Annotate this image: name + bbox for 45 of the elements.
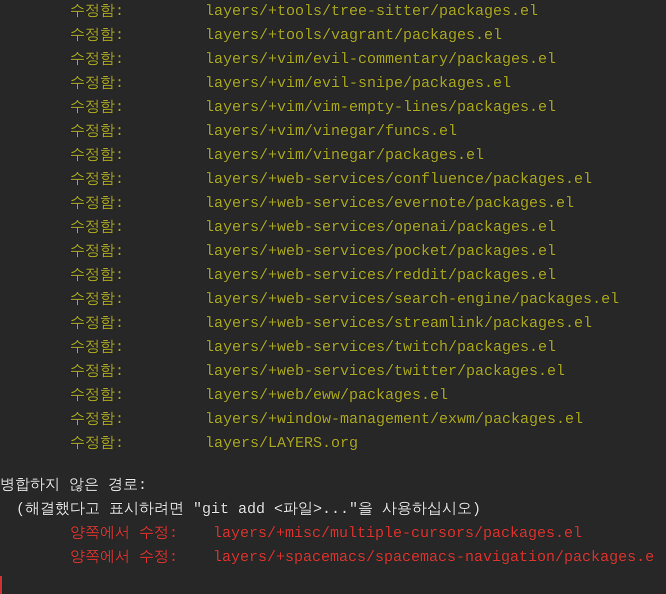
file-status: 수정함: [70,218,126,238]
hint-text: (해결했다고 표시하려면 "git add <파일>..."을 사용하십시오) [16,500,482,520]
file-status: 수정함: [70,362,126,382]
file-path: layers/+vim/evil-commentary/packages.el [205,50,556,70]
file-path: layers/+web-services/twitch/packages.el [205,338,556,358]
file-path: layers/+spacemacs/spacemacs-navigation/packages.e [213,548,654,568]
file-status: 수정함: [70,170,126,190]
file-status: 수정함: [70,50,126,70]
file-path: layers/+vim/vim-empty-lines/packages.el [205,98,556,118]
file-status: 수정함: [70,146,126,166]
file-status: 양쪽에서 수정: [70,524,180,544]
file-path: layers/LAYERS.org [205,434,358,454]
file-path: layers/+tools/tree-sitter/packages.el [205,2,538,22]
file-path: layers/+web-services/reddit/packages.el [205,266,556,286]
file-path: layers/+web/eww/packages.el [205,386,448,406]
file-status: 수정함: [70,242,126,262]
file-status: 수정함: [70,74,126,94]
file-path: layers/+vim/vinegar/packages.el [205,146,484,166]
file-status: 수정함: [70,314,126,334]
file-path: layers/+web-services/confluence/packages.el [205,170,592,190]
file-path: layers/+vim/vinegar/funcs.el [205,122,458,142]
file-status: 수정함: [70,26,126,46]
file-status: 수정함: [70,410,126,430]
file-path: layers/+web-services/streamlink/packages.el [205,314,592,334]
file-path: layers/+window-management/exwm/packages.el [205,410,584,430]
file-status: 양쪽에서 수정: [70,548,180,568]
file-status: 수정함: [70,290,126,310]
file-status: 수정함: [70,194,126,214]
file-status: 수정함: [70,434,126,454]
file-status: 수정함: [70,338,126,358]
file-status: 수정함: [70,122,126,142]
text-cursor [0,576,2,594]
file-path: layers/+vim/evil-snipe/packages.el [205,74,512,94]
file-path: layers/+misc/multiple-cursors/packages.el [213,524,582,544]
file-status: 수정함: [70,266,126,286]
file-status: 수정함: [70,98,126,118]
file-path: layers/+tools/vagrant/packages.el [205,26,502,46]
file-status: 수정함: [70,2,126,22]
file-path: layers/+web-services/search-engine/packages.el [205,290,620,310]
file-path: layers/+web-services/pocket/packages.el [205,242,556,262]
section-header: 병합하지 않은 경로: [0,476,148,496]
file-status: 수정함: [70,386,126,406]
file-path: layers/+web-services/openai/packages.el [205,218,556,238]
file-path: layers/+web-services/twitter/packages.el [205,362,566,382]
file-path: layers/+web-services/evernote/packages.el [205,194,574,214]
